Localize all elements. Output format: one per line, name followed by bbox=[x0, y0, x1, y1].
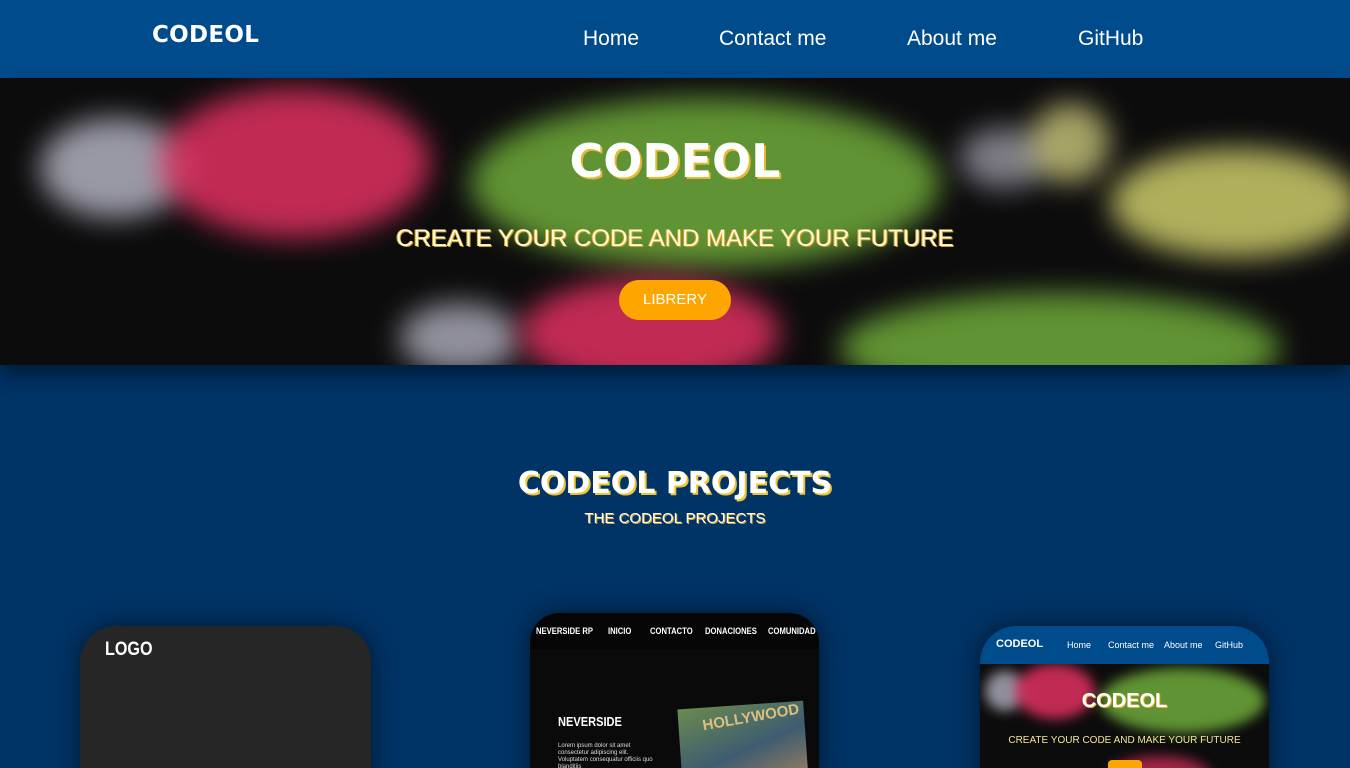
neverside-preview-heading: NEVERSIDE bbox=[558, 714, 622, 729]
project-card-codeol[interactable]: CODEOL Home Contact me About me GitHub C… bbox=[980, 626, 1269, 768]
neverside-preview-link-inicio: INICIO bbox=[608, 626, 632, 636]
library-button[interactable]: LIBRERY bbox=[619, 280, 731, 320]
codeol-preview-button bbox=[1108, 760, 1142, 768]
codeol-preview-subtitle: CREATE YOUR CODE AND MAKE YOUR FUTURE bbox=[1008, 735, 1241, 746]
neverside-preview-navbar: NEVERSIDE RP INICIO CONTACTO DONACIONES … bbox=[530, 613, 819, 649]
neverside-preview-link-donaciones: DONACIONES bbox=[705, 626, 757, 636]
nav-link-about[interactable]: About me bbox=[907, 27, 997, 51]
projects-section-title: CODEOL PROJECTS bbox=[517, 466, 833, 501]
nav-link-contact[interactable]: Contact me bbox=[719, 27, 826, 51]
codeol-preview-link-about: About me bbox=[1164, 640, 1203, 650]
hero-banner: CODEOL CREATE YOUR CODE AND MAKE YOUR FU… bbox=[0, 78, 1350, 365]
neverside-preview-body: Lorem ipsum dolor sit amet consectetur a… bbox=[558, 743, 653, 768]
project-card-neverside[interactable]: NEVERSIDE RP INICIO CONTACTO DONACIONES … bbox=[530, 613, 819, 768]
projects-section-subtitle: THE CODEOL PROJECTS bbox=[584, 510, 766, 527]
codeol-preview-link-github: GitHub bbox=[1215, 640, 1244, 650]
neverside-preview-link-comunidad: COMUNIDAD bbox=[768, 626, 816, 636]
codeol-preview-navbar: CODEOL Home Contact me About me GitHub bbox=[980, 626, 1269, 664]
neverside-preview-brand: NEVERSIDE RP bbox=[536, 626, 593, 636]
top-navbar: CODEOL Home Contact me About me GitHub bbox=[0, 0, 1350, 78]
nav-link-github[interactable]: GitHub bbox=[1078, 27, 1143, 51]
neverside-preview-link-contacto: CONTACTO bbox=[650, 626, 693, 636]
project-card-logo[interactable]: LOGO bbox=[80, 626, 371, 768]
hero-subtitle: CREATE YOUR CODE AND MAKE YOUR FUTURE bbox=[396, 225, 954, 252]
brand-logo[interactable]: CODEOL bbox=[152, 22, 259, 48]
project-card-logo-text: LOGO bbox=[105, 639, 153, 660]
codeol-preview-brand: CODEOL bbox=[996, 638, 1044, 650]
codeol-preview-link-home: Home bbox=[1067, 640, 1092, 650]
codeol-preview-link-contact: Contact me bbox=[1108, 640, 1155, 650]
hero-title: CODEOL bbox=[569, 134, 781, 188]
codeol-preview-title: CODEOL bbox=[1081, 690, 1168, 712]
nav-link-home[interactable]: Home bbox=[583, 27, 639, 51]
